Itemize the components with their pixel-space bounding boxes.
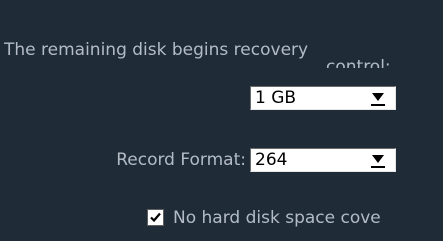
- record-format-select[interactable]: 264: [250, 148, 396, 172]
- record-format-value: 264: [255, 150, 288, 170]
- record-format-label: Record Format:: [116, 150, 246, 170]
- recovery-label: The remaining disk begins recovery contr…: [4, 40, 443, 68]
- no-space-label: No hard disk space cove: [173, 208, 381, 228]
- recovery-label-line2: control:: [326, 57, 391, 68]
- checkmark-icon: [150, 212, 161, 223]
- chevron-down-icon[interactable]: [369, 90, 387, 106]
- settings-panel: The remaining disk begins recovery contr…: [0, 0, 443, 241]
- chevron-down-icon[interactable]: [369, 152, 387, 168]
- recovery-threshold-select[interactable]: 1 GB: [250, 86, 396, 110]
- recovery-threshold-value: 1 GB: [255, 88, 297, 108]
- recovery-label-line1: The remaining disk begins recovery: [4, 40, 309, 60]
- no-space-checkbox[interactable]: [147, 209, 164, 226]
